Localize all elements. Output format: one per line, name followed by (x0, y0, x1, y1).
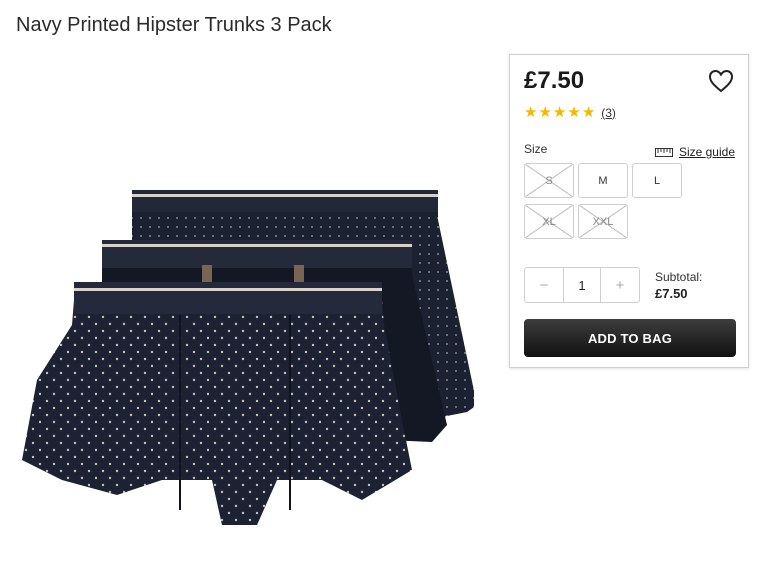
size-guide-link[interactable]: Size guide (654, 145, 735, 159)
review-count-link[interactable]: (3) (601, 106, 616, 120)
quantity-decrease-button[interactable]: − (525, 268, 563, 302)
size-option-label: XL (542, 215, 556, 228)
size-option-label: S (545, 174, 553, 187)
size-option-m[interactable]: M (578, 163, 628, 198)
product-rating: ★ ★ ★ ★ ★ (3) (524, 105, 616, 120)
heart-icon[interactable] (708, 69, 734, 93)
star-icon: ★ (538, 104, 552, 121)
page-title: Navy Printed Hipster Trunks 3 Pack (16, 14, 332, 36)
subtotal-value: £7.50 (655, 286, 688, 301)
size-label: Size (524, 142, 548, 156)
buy-box: £7.50 ★ ★ ★ ★ ★ (3) Size Size guide S M … (509, 54, 749, 368)
subtotal-label: Subtotal: (655, 270, 703, 284)
ruler-icon (654, 147, 673, 157)
star-icon: ★ (581, 104, 596, 121)
size-option-label: L (653, 174, 661, 187)
size-option-l[interactable]: L (632, 163, 682, 198)
size-option-xl[interactable]: XL (524, 204, 574, 239)
subtotal: Subtotal: £7.50 (655, 270, 702, 301)
size-option-xxl[interactable]: XXL (578, 204, 628, 239)
size-option-label: M (598, 174, 608, 187)
size-option-label: XXL (592, 215, 614, 228)
size-option-s[interactable]: S (524, 163, 574, 198)
quantity-increase-button[interactable]: + (601, 268, 639, 302)
quantity-input[interactable]: 1 (563, 268, 601, 302)
star-icon: ★ (552, 104, 567, 121)
product-image (22, 190, 474, 525)
product-price: £7.50 (524, 67, 585, 94)
star-icon: ★ (524, 104, 538, 121)
star-icon: ★ (567, 104, 581, 121)
quantity-stepper: − 1 + (524, 267, 640, 303)
add-to-bag-button[interactable]: ADD TO BAG (524, 319, 736, 357)
size-guide-label: Size guide (678, 145, 735, 159)
